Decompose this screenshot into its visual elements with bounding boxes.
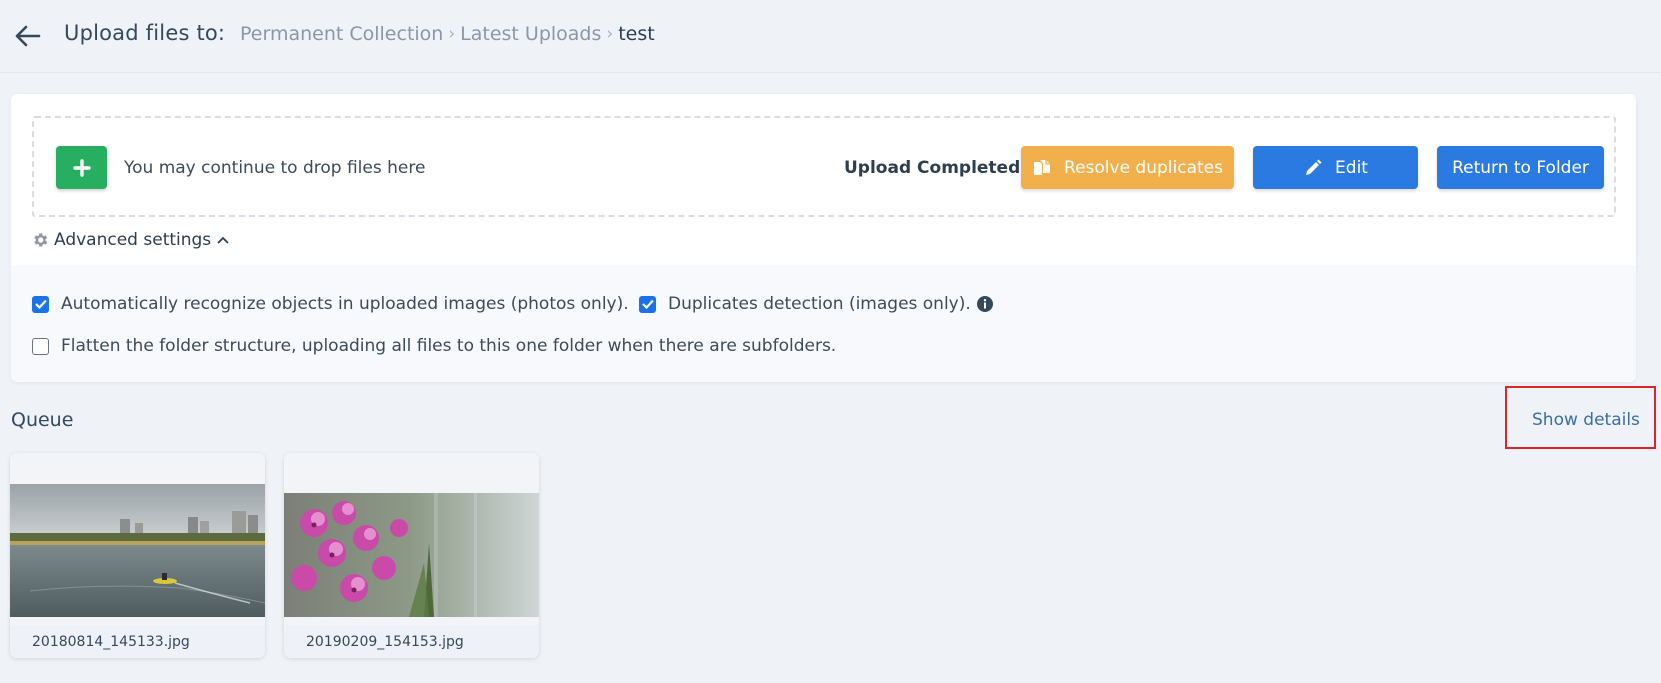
top-bar: Upload files to: Permanent Collection › … — [0, 0, 1661, 73]
check-icon — [641, 299, 654, 309]
plus-icon — [72, 158, 91, 177]
copy-icon — [1032, 158, 1052, 178]
advanced-settings-panel: Automatically recognize objects in uploa… — [11, 265, 1636, 382]
thumbnail — [10, 453, 265, 625]
option-duplicates-detection: Duplicates detection (images only). — [639, 294, 993, 314]
breadcrumb-separator-icon: › — [448, 24, 456, 44]
advanced-settings-label: Advanced settings — [54, 230, 212, 250]
upload-panel: You may continue to drop files here Uplo… — [11, 94, 1636, 382]
thumbnail — [284, 453, 539, 625]
edit-button[interactable]: Edit — [1253, 146, 1418, 189]
resolve-duplicates-label: Resolve duplicates — [1064, 157, 1223, 178]
duplicates-detection-checkbox[interactable] — [639, 295, 656, 313]
edit-label: Edit — [1335, 157, 1368, 178]
breadcrumb-separator-icon: › — [606, 24, 614, 44]
thumbnail-image-orchid — [284, 453, 539, 617]
resolve-duplicates-button[interactable]: Resolve duplicates — [1021, 146, 1234, 189]
file-name: 20190209_154153.jpg — [284, 625, 539, 658]
check-icon — [34, 299, 47, 309]
advanced-settings-toggle[interactable]: Advanced settings — [31, 230, 229, 250]
breadcrumb: Permanent Collection › Latest Uploads › … — [240, 23, 655, 45]
drop-zone[interactable]: You may continue to drop files here Uplo… — [32, 116, 1616, 217]
breadcrumb-item-current: test — [618, 23, 655, 45]
page-title: Upload files to: — [64, 21, 226, 45]
flatten-structure-checkbox[interactable] — [32, 337, 49, 355]
queue-item[interactable]: 20180814_145133.jpg — [10, 453, 265, 658]
thumbnail-image-river — [10, 453, 265, 617]
flatten-structure-label: Flatten the folder structure, uploading … — [61, 336, 837, 356]
queue-title: Queue — [11, 409, 74, 431]
duplicates-detection-label: Duplicates detection (images only). — [668, 294, 971, 314]
recognize-objects-checkbox[interactable] — [32, 295, 49, 313]
add-files-button[interactable] — [56, 146, 107, 189]
drop-hint: You may continue to drop files here — [124, 158, 426, 178]
file-name: 20180814_145133.jpg — [10, 625, 265, 658]
return-to-folder-button[interactable]: Return to Folder — [1437, 146, 1604, 189]
queue-item[interactable]: 20190209_154153.jpg — [284, 453, 539, 658]
back-button[interactable] — [12, 20, 44, 52]
chevron-up-icon — [217, 236, 229, 244]
option-flatten-structure: Flatten the folder structure, uploading … — [32, 336, 836, 356]
info-circle-icon[interactable] — [976, 296, 993, 312]
gear-icon — [34, 233, 48, 247]
pencil-icon — [1303, 158, 1323, 178]
option-recognize-objects: Automatically recognize objects in uploa… — [32, 294, 629, 314]
show-details-link[interactable]: Show details — [1532, 410, 1640, 430]
recognize-objects-label: Automatically recognize objects in uploa… — [61, 294, 629, 314]
upload-status: Upload Completed! — [844, 158, 1029, 178]
breadcrumb-item-latest-uploads[interactable]: Latest Uploads — [460, 23, 601, 45]
breadcrumb-item-permanent-collection[interactable]: Permanent Collection — [240, 23, 443, 45]
arrow-left-icon — [15, 25, 41, 47]
